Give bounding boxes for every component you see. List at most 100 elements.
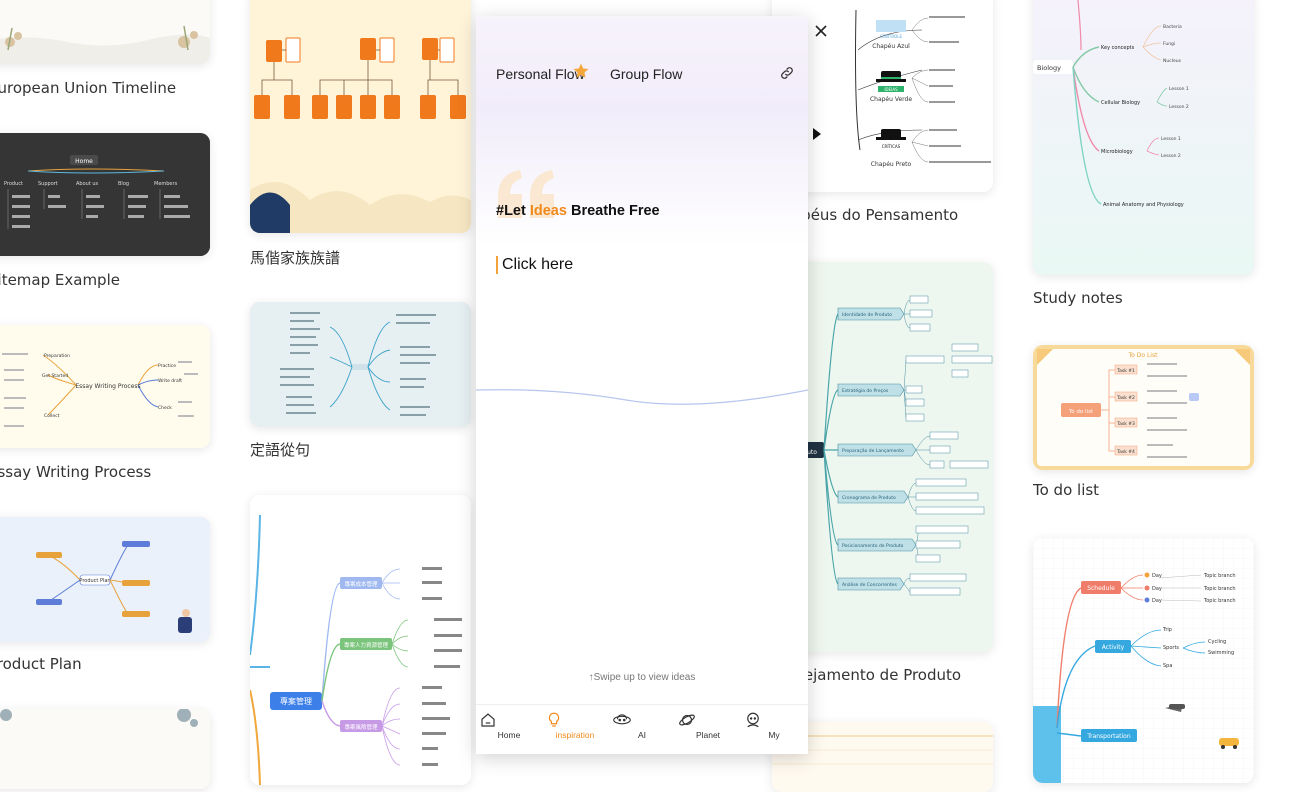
close-icon[interactable]: [814, 24, 828, 38]
svg-text:Fungi: Fungi: [1163, 41, 1175, 47]
svg-text:Cellular Biology: Cellular Biology: [1101, 100, 1140, 106]
svg-text:Posicionamento de Produto: Posicionamento de Produto: [842, 543, 904, 549]
svg-text:IDEIAS: IDEIAS: [884, 87, 898, 92]
nav-inspiration-label: inspiration: [555, 730, 595, 740]
svg-text:Write draft: Write draft: [158, 378, 182, 384]
card-mind-map[interactable]: Schedule Activity Transportation Day Day…: [1033, 538, 1254, 783]
svg-text:Lesson 1: Lesson 1: [1169, 86, 1189, 92]
essay-thumbnail: Essay Writing Process Preparation Get St…: [0, 325, 210, 448]
inspiration-panel: Personal Flow Group Flow #Let Ideas Brea…: [476, 16, 808, 754]
svg-text:Practice: Practice: [158, 363, 176, 369]
svg-text:Cycling: Cycling: [1208, 639, 1226, 645]
card-eu-timeline[interactable]: [0, 0, 210, 64]
svg-text:Support: Support: [38, 181, 58, 187]
svg-text:uto: uto: [807, 449, 817, 456]
svg-text:Lesson 1: Lesson 1: [1161, 136, 1181, 142]
svg-text:Bacteria: Bacteria: [1163, 24, 1182, 30]
svg-text:Estratégia de Preços: Estratégia de Preços: [842, 387, 889, 394]
card-study-notes[interactable]: Biology Key concepts Cellular Biology Mi…: [1033, 0, 1254, 275]
svg-text:Check: Check: [158, 405, 172, 411]
link-icon[interactable]: [779, 65, 795, 81]
svg-text:Activity: Activity: [1102, 644, 1125, 651]
card-title: Study notes: [1033, 289, 1123, 307]
svg-text:Chapéu Verde: Chapéu Verde: [870, 96, 912, 103]
card-project-management[interactable]: 專案管理 專案成本管理 專案人力資源管理 專案風險管理: [250, 495, 471, 785]
idea-input[interactable]: Click here: [496, 256, 573, 274]
nav-home[interactable]: Home: [479, 711, 539, 740]
svg-text:Chapéu Preto: Chapéu Preto: [871, 161, 912, 168]
svg-text:Animal Anatomy and Physiology: Animal Anatomy and Physiology: [1103, 202, 1184, 208]
svg-text:Day: Day: [1152, 586, 1162, 592]
card-title: 定語從句: [250, 441, 311, 459]
card-todo[interactable]: To Do List To do list Task #1 Task #2 Ta…: [1033, 345, 1254, 470]
star-icon: [572, 62, 590, 80]
svg-text:Biology: Biology: [1037, 64, 1061, 72]
svg-text:Task #4: Task #4: [1116, 449, 1135, 455]
svg-text:Microbiology: Microbiology: [1101, 149, 1133, 155]
clause-thumbnail: [250, 302, 471, 427]
svg-text:Spa: Spa: [1163, 663, 1172, 669]
play-arrow-icon[interactable]: [812, 127, 822, 141]
svg-text:Preparação de Lançamento: Preparação de Lançamento: [842, 448, 904, 454]
svg-text:Home: Home: [75, 158, 93, 165]
svg-text:Nucleus: Nucleus: [1163, 58, 1182, 64]
card-essay[interactable]: Essay Writing Process Preparation Get St…: [0, 325, 210, 448]
svg-text:Blog: Blog: [118, 181, 129, 187]
slogan-text: #Let Ideas Breathe Free: [496, 203, 660, 219]
nav-planet[interactable]: Planet: [678, 711, 738, 740]
card-title: Essay Writing Process: [0, 463, 152, 481]
card-sitemap[interactable]: Home Product Support About us Blog Membe…: [0, 133, 210, 256]
home-icon: [479, 711, 539, 729]
study-notes-thumbnail: Biology Key concepts Cellular Biology Mi…: [1033, 0, 1254, 275]
svg-text:Get Started: Get Started: [42, 373, 68, 379]
svg-text:Preparation: Preparation: [44, 353, 70, 359]
mind-map-thumbnail: Schedule Activity Transportation Day Day…: [1033, 538, 1254, 783]
svg-text:Identidade de Produto: Identidade de Produto: [842, 312, 892, 318]
svg-text:專案管理: 專案管理: [280, 696, 312, 706]
nav-inspiration[interactable]: inspiration: [545, 711, 605, 740]
todo-thumbnail: To Do List To do list Task #1 Task #2 Ta…: [1033, 345, 1254, 470]
svg-text:Task #1: Task #1: [1116, 368, 1135, 374]
svg-text:About us: About us: [76, 181, 99, 187]
card-family-tree[interactable]: [250, 0, 471, 233]
svg-text:Collect: Collect: [44, 413, 60, 419]
card-floral[interactable]: [0, 709, 210, 789]
svg-text:Topic branch: Topic branch: [1203, 598, 1236, 604]
svg-text:專案風險管理: 專案風險管理: [344, 723, 378, 731]
svg-text:CRÍTICAS: CRÍTICAS: [882, 144, 901, 149]
svg-text:Lesson 2: Lesson 2: [1169, 104, 1189, 110]
nav-ai[interactable]: AI: [612, 711, 672, 740]
svg-text:Cronograma de Produto: Cronograma de Produto: [842, 495, 896, 501]
svg-text:專案成本管理: 專案成本管理: [344, 580, 378, 588]
svg-text:To Do List: To Do List: [1128, 352, 1159, 359]
svg-text:Sports: Sports: [1163, 645, 1179, 651]
svg-text:Chapéu Azul: Chapéu Azul: [872, 43, 910, 50]
svg-text:Task #3: Task #3: [1116, 421, 1135, 427]
nav-planet-label: Planet: [695, 730, 721, 740]
planet-icon: [678, 711, 738, 729]
nav-ai-label: AI: [637, 730, 647, 740]
nav-home-label: Home: [497, 730, 521, 740]
flow-wave: [476, 389, 808, 405]
bottom-nav: Home inspiration AI Planet My: [476, 704, 808, 754]
svg-text:Lesson 2: Lesson 2: [1161, 153, 1181, 159]
ai-icon: [612, 711, 672, 729]
svg-text:Topic branch: Topic branch: [1203, 586, 1236, 592]
card-clause[interactable]: [250, 302, 471, 427]
swipe-hint: ↑Swipe up to view ideas: [588, 672, 696, 683]
family-tree-thumbnail: [250, 0, 471, 233]
svg-text:專案人力資源管理: 專案人力資源管理: [344, 641, 389, 649]
svg-text:CONTROLE: CONTROLE: [880, 34, 903, 39]
tab-group-flow[interactable]: Group Flow: [610, 66, 682, 82]
card-title: Product Plan: [0, 655, 82, 673]
svg-text:Topic branch: Topic branch: [1203, 573, 1236, 579]
svg-text:Schedule: Schedule: [1087, 585, 1115, 592]
svg-text:Members: Members: [154, 181, 178, 187]
card-title: European Union Timeline: [0, 79, 177, 97]
card-product-plan[interactable]: Product Plan: [0, 517, 210, 642]
svg-text:Task #2: Task #2: [1116, 395, 1135, 401]
eu-timeline-thumbnail: [0, 0, 210, 64]
svg-text:Trip: Trip: [1162, 627, 1172, 633]
nav-my[interactable]: My: [744, 711, 804, 740]
svg-text:Análise de Concorrentes: Análise de Concorrentes: [842, 581, 897, 588]
